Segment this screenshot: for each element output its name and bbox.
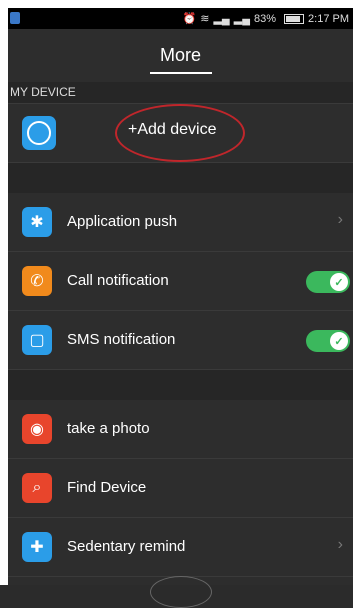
list-item-label: SMS notification bbox=[67, 331, 176, 348]
signal-icon-2: ▂▄ bbox=[233, 13, 250, 25]
battery-icon bbox=[280, 13, 305, 25]
toggle-switch[interactable]: ✓ bbox=[306, 271, 350, 293]
list-item-label: Find Device bbox=[67, 479, 147, 496]
phone-icon: ✆ bbox=[22, 266, 52, 296]
status-bar: ⏰ ≋ ▂▄ ▂▄ 83% 2:17 PM bbox=[8, 8, 353, 29]
gear-badge-icon: ✱ bbox=[22, 207, 52, 237]
page-title: More bbox=[159, 45, 201, 65]
app-screen: ⏰ ≋ ▂▄ ▂▄ 83% 2:17 PM More MY DEVICE +Ad… bbox=[8, 8, 353, 585]
chevron-right-icon: › bbox=[337, 536, 343, 553]
seat-icon: ✚ bbox=[22, 532, 52, 562]
list-item-take-a-photo[interactable]: ◉ take a photo bbox=[8, 400, 353, 459]
highlight-oval bbox=[115, 104, 245, 162]
link-icon bbox=[22, 116, 56, 150]
list-item-call-notification[interactable]: ✆ Call notification ✓ bbox=[8, 252, 353, 311]
settings-list-tools: ◉ take a photo ⌕ Find Device ✚ Sedentary remi… bbox=[8, 400, 353, 577]
list-item-find-device[interactable]: ⌕ Find Device bbox=[8, 459, 353, 518]
list-item-sms-notification[interactable]: ▢ SMS notification ✓ bbox=[8, 311, 353, 370]
section-spacer bbox=[8, 163, 353, 193]
camera-icon: ◉ bbox=[22, 414, 52, 444]
section-my-device: MY DEVICE bbox=[8, 82, 353, 103]
screenshot-frame: ⏰ ≋ ▂▄ ▂▄ 83% 2:17 PM More MY DEVICE +Ad… bbox=[0, 0, 353, 608]
alarm-icon: ⏰ bbox=[182, 13, 197, 25]
section-spacer-2 bbox=[8, 370, 353, 400]
add-device-row[interactable]: +Add device bbox=[8, 103, 353, 163]
page-header: More bbox=[8, 29, 353, 82]
settings-list-notifications: ✱ Application push › ✆ Call notification ✓ ▢ SM… bbox=[8, 193, 353, 370]
list-item-label: Sedentary remind bbox=[67, 538, 186, 555]
notification-icon bbox=[10, 12, 20, 24]
toggle-switch[interactable]: ✓ bbox=[306, 330, 350, 352]
list-item-sedentary-remind[interactable]: ✚ Sedentary remind › bbox=[8, 518, 353, 577]
wifi-icon: ≋ bbox=[200, 13, 210, 25]
battery-percent: 83% bbox=[254, 12, 277, 25]
list-item-label: Application push bbox=[67, 213, 178, 230]
list-item-application-push[interactable]: ✱ Application push › bbox=[8, 193, 353, 252]
list-item-label: take a photo bbox=[67, 420, 150, 437]
chevron-right-icon: › bbox=[337, 211, 343, 228]
signal-icon: ▂▄ bbox=[213, 13, 230, 25]
check-icon: ✓ bbox=[330, 273, 348, 291]
home-button-arc bbox=[150, 576, 212, 608]
clock: 2:17 PM bbox=[308, 12, 349, 25]
message-icon: ▢ bbox=[22, 325, 52, 355]
check-icon: ✓ bbox=[330, 332, 348, 350]
title-underline bbox=[149, 72, 212, 74]
search-icon: ⌕ bbox=[22, 473, 52, 503]
list-item-label: Call notification bbox=[67, 272, 169, 289]
